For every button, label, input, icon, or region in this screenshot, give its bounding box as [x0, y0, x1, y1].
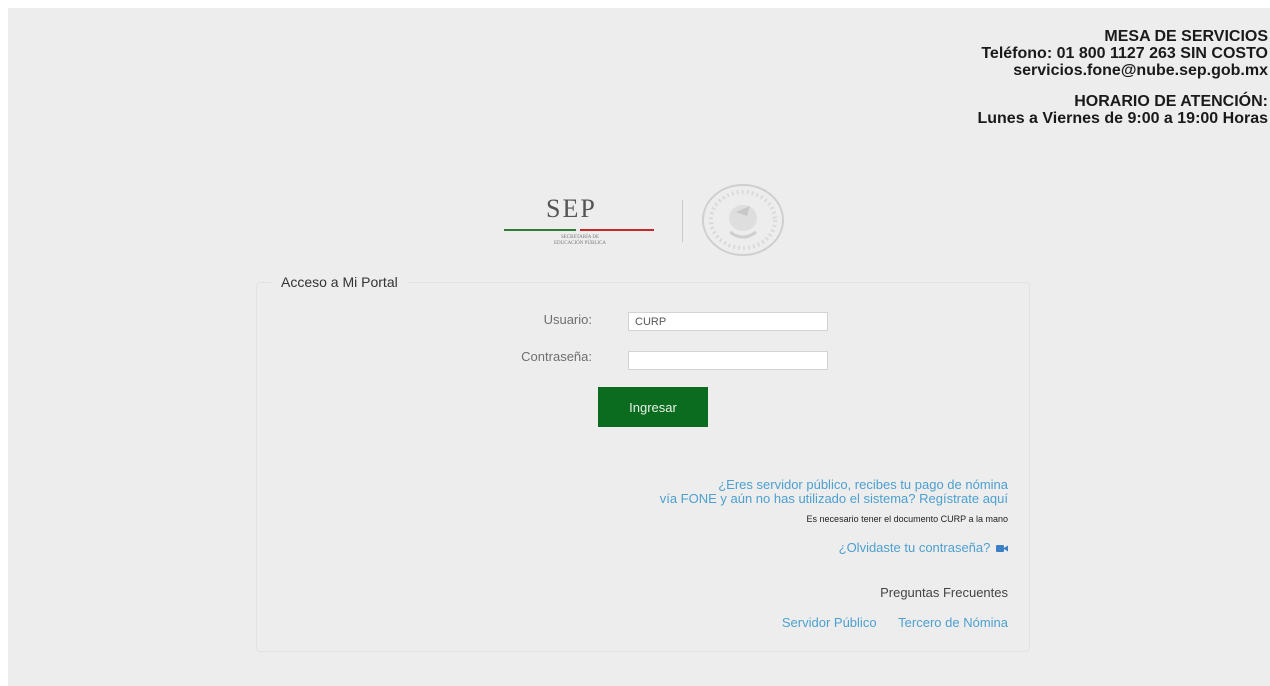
faq-payroll-third-link[interactable]: Tercero de Nómina: [898, 615, 1008, 630]
curp-note: Es necesario tener el documento CURP a l…: [806, 514, 1008, 524]
forgot-password-link[interactable]: ¿Olvidaste tu contraseña?: [839, 540, 1008, 555]
login-legend: Acceso a Mi Portal: [281, 274, 398, 290]
password-input[interactable]: [628, 351, 828, 370]
username-input[interactable]: [628, 312, 828, 331]
faq-title: Preguntas Frecuentes: [880, 585, 1008, 600]
faq-links: Servidor Público Tercero de Nómina: [764, 615, 1008, 630]
sep-logo-subtitle: SECRETARÍA DE EDUCACIÓN PÚBLICA: [553, 235, 607, 246]
forgot-password-label: ¿Olvidaste tu contraseña?: [838, 540, 991, 555]
video-camera-icon[interactable]: [996, 544, 1008, 553]
mexico-seal-icon: [702, 184, 784, 256]
logo-divider: [682, 200, 683, 242]
logo-green-line: [504, 229, 576, 231]
service-desk-phone: Teléfono: 01 800 1127 263 SIN COSTO: [981, 45, 1268, 62]
service-desk-info: MESA DE SERVICIOS Teléfono: 01 800 1127 …: [977, 28, 1268, 127]
login-button[interactable]: Ingresar: [598, 387, 708, 427]
hours-text: Lunes a Viernes de 9:00 a 19:00 Horas: [977, 110, 1268, 127]
faq-public-servant-link[interactable]: Servidor Público: [782, 615, 877, 630]
hours-title: HORARIO DE ATENCIÓN:: [1074, 93, 1268, 110]
service-desk-title: MESA DE SERVICIOS: [1104, 28, 1268, 45]
register-link[interactable]: ¿Eres servidor público, recibes tu pago …: [660, 478, 1008, 506]
username-label: Usuario:: [543, 312, 592, 327]
service-desk-email: servicios.fone@nube.sep.gob.mx: [1013, 62, 1268, 79]
sep-logo: SEP SECRETARÍA DE EDUCACIÓN PÚBLICA: [498, 180, 798, 260]
password-label: Contraseña:: [521, 349, 592, 364]
logo-red-line: [580, 229, 654, 231]
sep-logo-text: SEP: [546, 194, 597, 223]
